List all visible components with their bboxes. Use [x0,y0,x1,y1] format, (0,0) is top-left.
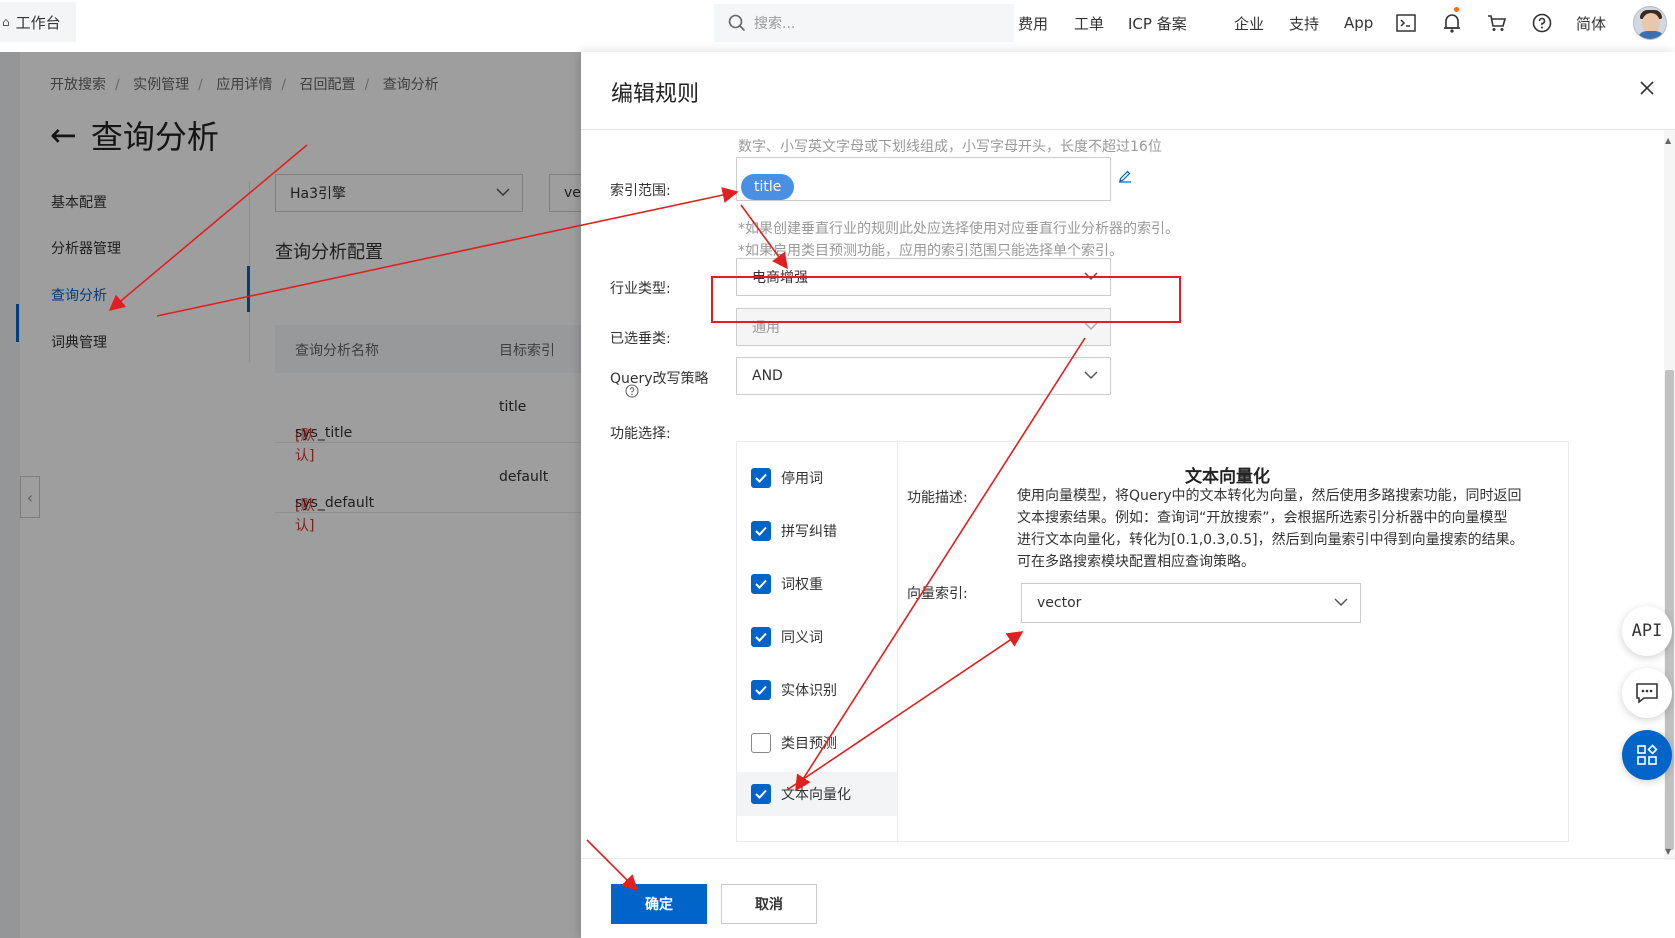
search-icon [728,14,746,32]
index-hint-2: *如果启用类目预测功能，应用的索引范围只能选择单个索引。 [738,243,1123,259]
vector-index-label: 向量索引: [907,586,968,602]
feature-label: 功能选择: [610,426,671,442]
nav-support[interactable]: 支持 [1289,0,1319,46]
annotation-highlight-box [711,276,1181,323]
avatar[interactable] [1633,6,1667,40]
checkbox-checked-icon[interactable] [751,521,771,541]
nav-fees[interactable]: 费用 [1018,0,1048,46]
index-scope-input[interactable] [736,157,1111,201]
scroll-down-icon[interactable]: ▼ [1665,847,1671,856]
question-icon[interactable] [625,384,639,398]
drawer-title: 编辑规则 [611,82,700,107]
terminal-icon[interactable] [1394,0,1418,46]
feature-item-synonym[interactable]: 同义词 [737,615,897,659]
help-icon[interactable] [1530,0,1554,46]
query-strategy-value: AND [752,368,783,384]
workspace-link[interactable]: ⌂ 工作台 [0,2,76,42]
checkbox-checked-icon[interactable] [751,574,771,594]
vector-index-value: vector [1037,595,1082,611]
feature-item-term-weight[interactable]: 词权重 [737,562,897,606]
feature-list: 停用词 拼写纠错 词权重 同义词 实体识别 类目预测 文本向量化 [737,442,898,843]
language-switch[interactable]: 简体 [1576,0,1606,46]
chevron-down-icon [1334,598,1348,607]
top-bar: ⌂ 工作台 搜索... 费用 工单 ICP 备案 企业 支持 App 简体 [0,0,1675,52]
feature-item-ner[interactable]: 实体识别 [737,668,897,712]
vertical-label: 已选垂类: [610,331,671,347]
cart-icon[interactable] [1485,0,1509,46]
nav-app[interactable]: App [1344,0,1373,46]
feature-item-category[interactable]: 类目预测 [737,721,897,765]
feature-item-vectorize[interactable]: 文本向量化 [737,772,897,816]
feature-item-stopwords[interactable]: 停用词 [737,456,897,500]
query-strategy-select[interactable]: AND [736,357,1111,395]
checkbox-checked-icon[interactable] [751,627,771,647]
feature-desc-text: 使用向量模型，将Query中的文本转化为向量，然后使用多路搜索功能，同时返回 文… [1017,488,1524,570]
nav-enterprise[interactable]: 企业 [1234,0,1264,46]
edit-pencil-icon[interactable] [1118,169,1132,183]
nav-tickets[interactable]: 工单 [1074,0,1104,46]
chat-icon[interactable] [1622,668,1672,718]
search-input[interactable]: 搜索... [714,4,1014,42]
scroll-up-icon[interactable]: ▲ [1665,136,1671,145]
search-placeholder: 搜索... [754,16,796,32]
name-hint: 数字、小写英文字母或下划线组成，小写字母开头，长度不超过16位 [738,139,1162,155]
home-icon: ⌂ [2,15,10,29]
feature-desc-label: 功能描述: [907,490,968,506]
feature-detail-title: 文本向量化 [1185,467,1270,487]
checkbox-unchecked-icon[interactable] [751,733,771,753]
industry-label: 行业类型: [610,281,671,297]
apps-icon[interactable] [1622,730,1672,780]
feature-item-spell[interactable]: 拼写纠错 [737,509,897,553]
vector-index-select[interactable]: vector [1021,583,1361,623]
close-icon[interactable] [1637,78,1657,98]
feature-panel: 停用词 拼写纠错 词权重 同义词 实体识别 类目预测 文本向量化 文本向量化 功… [736,441,1569,843]
index-tag-title[interactable]: title [741,174,795,200]
bell-icon[interactable] [1440,0,1464,46]
confirm-button[interactable]: 确定 [611,884,707,924]
workspace-label: 工作台 [15,13,61,32]
index-hint-1: *如果创建垂直行业的规则此处应选择使用对应垂直行业分析器的索引。 [738,221,1179,237]
checkbox-checked-icon[interactable] [751,784,771,804]
checkbox-checked-icon[interactable] [751,680,771,700]
api-float-button[interactable]: API [1622,606,1672,656]
nav-icp[interactable]: ICP 备案 [1128,0,1187,46]
overlay-mask[interactable] [0,52,581,938]
chevron-down-icon [1084,371,1098,380]
index-scope-label: 索引范围: [610,183,671,199]
checkbox-checked-icon[interactable] [751,468,771,488]
cancel-button[interactable]: 取消 [721,884,817,924]
notification-dot [1454,7,1459,12]
